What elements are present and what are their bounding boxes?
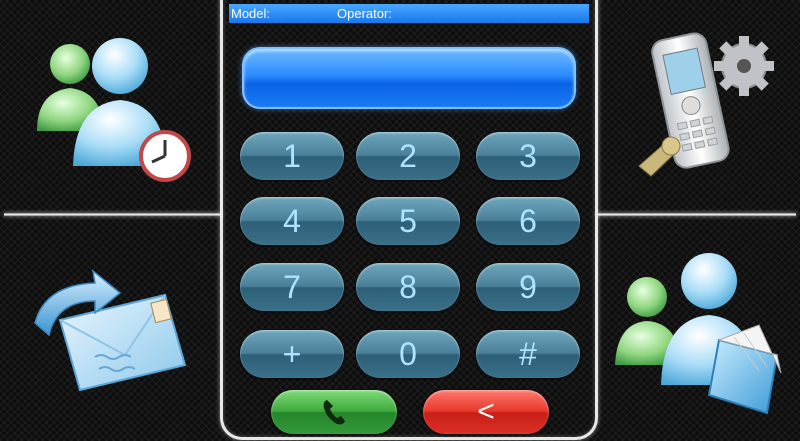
contacts-book-icon: [609, 245, 789, 415]
operator-label: Operator:: [337, 6, 392, 21]
reply-message-button[interactable]: [0, 218, 220, 441]
divider-right: [596, 213, 796, 216]
model-label: Model:: [231, 6, 271, 21]
backspace-button[interactable]: <: [423, 390, 549, 434]
key-2[interactable]: 2: [356, 132, 460, 180]
contacts-book-button[interactable]: [598, 218, 800, 441]
key-hash[interactable]: #: [476, 330, 580, 378]
key-0[interactable]: 0: [356, 330, 460, 378]
call-button[interactable]: [271, 390, 397, 434]
key-3[interactable]: 3: [476, 132, 580, 180]
key-1[interactable]: 1: [240, 132, 344, 180]
contacts-history-icon: [25, 26, 195, 186]
key-9[interactable]: 9: [476, 263, 580, 311]
key-8[interactable]: 8: [356, 263, 460, 311]
phone-settings-icon: [619, 26, 779, 186]
key-4[interactable]: 4: [240, 197, 344, 245]
key-plus[interactable]: +: [240, 330, 344, 378]
key-5[interactable]: 5: [356, 197, 460, 245]
status-bar: Model: Operator:: [229, 4, 589, 23]
number-display[interactable]: [242, 47, 576, 109]
key-6[interactable]: 6: [476, 197, 580, 245]
reply-message-icon: [25, 265, 195, 395]
divider-left: [4, 213, 222, 216]
contacts-history-button[interactable]: [0, 0, 220, 212]
phone-handset-icon: [321, 398, 347, 426]
phone-settings-button[interactable]: [598, 0, 800, 212]
key-7[interactable]: 7: [240, 263, 344, 311]
